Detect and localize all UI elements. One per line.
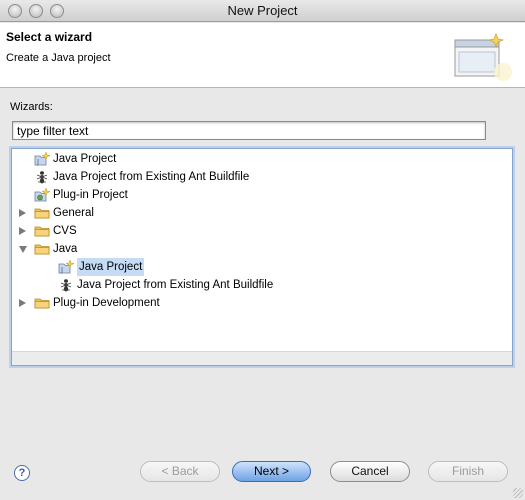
back-button[interactable]: < Back (140, 461, 220, 482)
tree-item-label: Java Project (53, 153, 117, 165)
tree-item[interactable]: Plug-in Project (12, 186, 492, 204)
new-project-dialog: New Project Select a wizard Create a Jav… (0, 0, 525, 500)
wizards-label: Wizards: (10, 101, 53, 113)
vertical-scrollbar[interactable] (498, 149, 512, 365)
wizard-header: Select a wizard Create a Java project (0, 23, 525, 88)
title-bar[interactable]: New Project (0, 0, 525, 22)
horizontal-scrollbar[interactable] (12, 351, 512, 365)
page-description: Create a Java project (6, 52, 111, 64)
new-wizard-banner-icon (454, 33, 512, 81)
java-project-icon: J (58, 259, 75, 274)
tree-item-label: Java Project from Existing Ant Buildfile (53, 171, 250, 183)
expanded-toggle-icon[interactable] (19, 246, 27, 253)
tree-item[interactable]: J Java Project (12, 258, 492, 276)
folder-icon (34, 242, 50, 256)
tree-item[interactable]: General (12, 204, 492, 222)
window-title: New Project (227, 3, 298, 18)
tree-item-label: Plug-in Project (53, 189, 128, 201)
tree-item[interactable]: Java Project from Existing Ant Buildfile (12, 168, 492, 186)
next-button[interactable]: Next > (232, 461, 311, 482)
tree-item[interactable]: Java (12, 240, 492, 258)
tree-item[interactable]: J Java Project (12, 150, 492, 168)
tree-item[interactable]: Plug-in Development (12, 294, 492, 312)
collapsed-toggle-icon[interactable] (19, 209, 26, 217)
tree-item[interactable]: Java Project from Existing Ant Buildfile (12, 276, 492, 294)
svg-text:J: J (36, 158, 39, 166)
folder-icon (34, 296, 50, 310)
wizard-tree[interactable]: J Java Project Java Project from Existing … (11, 148, 513, 366)
folder-icon (34, 206, 50, 220)
tree-item-label: Java Project from Existing Ant Buildfile (77, 279, 274, 291)
help-button[interactable]: ? (14, 465, 30, 481)
folder-icon (34, 224, 50, 238)
tree-item-label: General (53, 207, 94, 219)
resize-grip[interactable] (513, 488, 523, 498)
tree-item-label: Java (53, 243, 78, 255)
cancel-button[interactable]: Cancel (330, 461, 410, 482)
ant-icon (58, 278, 74, 292)
tree-item-label: Plug-in Development (53, 297, 160, 309)
filter-input[interactable] (12, 121, 486, 140)
page-title: Select a wizard (6, 30, 93, 44)
tree-item[interactable]: CVS (12, 222, 492, 240)
plugin-project-icon (34, 187, 51, 202)
tree-item-label: Java Project (77, 258, 145, 276)
finish-button[interactable]: Finish (428, 461, 508, 482)
tree-item-label: CVS (53, 225, 77, 237)
collapsed-toggle-icon[interactable] (19, 299, 26, 307)
java-project-icon: J (34, 151, 51, 166)
collapsed-toggle-icon[interactable] (19, 227, 26, 235)
ant-icon (34, 170, 50, 184)
svg-text:J: J (60, 266, 63, 274)
